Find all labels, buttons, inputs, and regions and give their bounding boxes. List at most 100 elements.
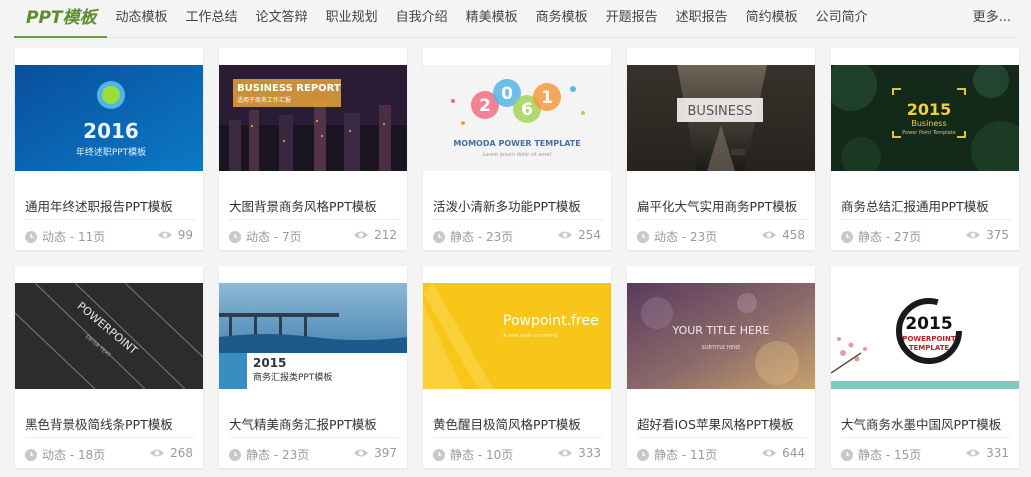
eye-icon [558, 231, 573, 239]
template-card[interactable]: BUSINESS REPORT 适用于商务工作汇报 大图背景商务风格PPT模板 … [219, 48, 407, 250]
template-thumbnail[interactable]: 2015 Business Power Point Template [831, 65, 1019, 171]
svg-text:MOMODA POWER TEMPLATE: MOMODA POWER TEMPLATE [453, 139, 580, 148]
svg-text:1: 1 [541, 88, 553, 108]
view-count-text: 331 [986, 446, 1009, 460]
eye-icon [966, 231, 981, 239]
view-count: 212 [353, 228, 397, 242]
template-thumbnail[interactable]: BUSINESS [627, 65, 815, 171]
template-meta: 静态 - 15页 [841, 446, 921, 463]
svg-text:Powpoint.free: Powpoint.free [503, 313, 599, 329]
svg-text:适用于商务工作汇报: 适用于商务工作汇报 [237, 96, 291, 104]
template-title[interactable]: 大气商务水墨中国风PPT模板 [841, 414, 1011, 433]
view-count: 397 [353, 446, 397, 460]
nav-item-business[interactable]: 商务模板 [527, 0, 597, 37]
nav-brand-tab[interactable]: PPT模板 [14, 0, 107, 38]
template-meta: 静态 - 10页 [433, 446, 513, 463]
clock-icon [637, 448, 649, 461]
template-title[interactable]: 通用年终述职报告PPT模板 [25, 196, 195, 215]
eye-icon [558, 449, 573, 457]
clock-icon [433, 230, 445, 243]
view-count: 458 [761, 228, 805, 242]
svg-text:2015: 2015 [907, 100, 952, 119]
template-thumbnail[interactable]: POWERPOINT ENTER TEXT [15, 283, 203, 389]
nav-item-thesis-defense[interactable]: 论文答辩 [247, 0, 317, 37]
template-meta: 动态 - 11页 [25, 228, 105, 245]
svg-text:2015: 2015 [905, 314, 952, 334]
card-divider [229, 437, 399, 438]
svg-text:BUSINESS: BUSINESS [688, 104, 753, 119]
view-count-text: 375 [986, 228, 1009, 242]
nav-item-company-profile[interactable]: 公司简介 [807, 0, 877, 37]
nav-item-exquisite[interactable]: 精美模板 [457, 0, 527, 37]
template-card[interactable]: 2 0 6 1 MOMODA POWER TEMPLATE Lorem ipsu… [423, 48, 611, 250]
template-thumbnail[interactable]: Powpoint.free A new style is coming [423, 283, 611, 389]
view-count-text: 333 [578, 446, 601, 460]
template-meta: 静态 - 27页 [841, 228, 921, 245]
svg-text:YOUR TITLE HERE: YOUR TITLE HERE [671, 324, 769, 337]
template-thumbnail[interactable]: BUSINESS REPORT 适用于商务工作汇报 [219, 65, 407, 171]
svg-text:BUSINESS REPORT: BUSINESS REPORT [237, 83, 341, 94]
template-thumbnail[interactable]: 2016 年终述职PPT模板 [15, 65, 203, 171]
view-count: 268 [149, 446, 193, 460]
template-meta: 动态 - 23页 [637, 228, 717, 245]
template-thumbnail[interactable]: 2 0 6 1 MOMODA POWER TEMPLATE Lorem ipsu… [423, 65, 611, 171]
view-count: 99 [157, 228, 193, 242]
template-title[interactable]: 大图背景商务风格PPT模板 [229, 196, 399, 215]
eye-icon [354, 231, 369, 239]
template-card[interactable]: Powpoint.free A new style is coming 黄色醒目… [423, 266, 611, 468]
eye-icon [150, 449, 165, 457]
eye-icon [762, 449, 777, 457]
template-title[interactable]: 黄色醒目极简风格PPT模板 [433, 414, 603, 433]
template-card[interactable]: 2016 年终述职PPT模板 通用年终述职报告PPT模板 动态 - 11页 99 [15, 48, 203, 250]
nav-item-dynamic[interactable]: 动态模板 [107, 0, 177, 37]
template-meta-text: 动态 - 23页 [654, 230, 718, 244]
card-divider [433, 437, 603, 438]
view-count: 375 [965, 228, 1009, 242]
nav-more-link[interactable]: 更多... [973, 0, 1017, 37]
view-count-text: 212 [374, 228, 397, 242]
card-divider [637, 219, 807, 220]
template-card[interactable]: BUSINESS 扁平化大气实用商务PPT模板 动态 - 23页 458 [627, 48, 815, 250]
template-thumbnail[interactable]: 2015 POWERPOINT TEMPLATE [831, 283, 1019, 389]
card-divider [841, 219, 1011, 220]
template-thumbnail[interactable]: 2015 商务汇报类PPT模板 [219, 283, 407, 389]
template-thumbnail[interactable]: YOUR TITLE HERE SUBTITLE HERE [627, 283, 815, 389]
template-title[interactable]: 扁平化大气实用商务PPT模板 [637, 196, 807, 215]
svg-text:2016: 2016 [83, 119, 139, 143]
clock-icon [433, 448, 445, 461]
template-meta-text: 静态 - 11页 [654, 448, 718, 462]
view-count: 254 [557, 228, 601, 242]
template-meta-text: 静态 - 10页 [450, 448, 514, 462]
template-card[interactable]: POWERPOINT ENTER TEXT 黑色背景极简线条PPT模板 动态 -… [15, 266, 203, 468]
template-title[interactable]: 活泼小清新多功能PPT模板 [433, 196, 603, 215]
svg-text:POWERPOINT: POWERPOINT [902, 335, 956, 343]
template-card[interactable]: 2015 Business Power Point Template 商务总结汇… [831, 48, 1019, 250]
template-title[interactable]: 商务总结汇报通用PPT模板 [841, 196, 1011, 215]
nav-item-proposal-report[interactable]: 开题报告 [597, 0, 667, 37]
template-meta: 静态 - 11页 [637, 446, 717, 463]
template-meta: 动态 - 7页 [229, 228, 302, 245]
card-divider [637, 437, 807, 438]
view-count: 333 [557, 446, 601, 460]
template-meta-text: 动态 - 18页 [42, 448, 106, 462]
nav-item-duty-report[interactable]: 述职报告 [667, 0, 737, 37]
svg-text:Power Point Template: Power Point Template [902, 130, 956, 136]
nav-item-minimal[interactable]: 简约模板 [737, 0, 807, 37]
clock-icon [841, 230, 853, 243]
eye-icon [966, 449, 981, 457]
clock-icon [25, 230, 37, 243]
template-title[interactable]: 大气精美商务汇报PPT模板 [229, 414, 399, 433]
template-meta-text: 静态 - 15页 [858, 448, 922, 462]
top-nav: PPT模板 动态模板 工作总结 论文答辩 职业规划 自我介绍 精美模板 商务模板… [14, 0, 1017, 38]
template-title[interactable]: 超好看IOS苹果风格PPT模板 [637, 414, 807, 433]
template-title[interactable]: 黑色背景极简线条PPT模板 [25, 414, 195, 433]
svg-text:SUBTITLE HERE: SUBTITLE HERE [702, 345, 741, 351]
svg-text:Lorem ipsum dolor sit amet: Lorem ipsum dolor sit amet [483, 152, 552, 158]
template-card[interactable]: 2015 商务汇报类PPT模板 大气精美商务汇报PPT模板 静态 - 23页 3… [219, 266, 407, 468]
nav-item-self-intro[interactable]: 自我介绍 [387, 0, 457, 37]
clock-icon [229, 230, 241, 243]
template-card[interactable]: 2015 POWERPOINT TEMPLATE 大气商务水墨中国风PPT模板 … [831, 266, 1019, 468]
nav-item-work-summary[interactable]: 工作总结 [177, 0, 247, 37]
nav-item-career-planning[interactable]: 职业规划 [317, 0, 387, 37]
template-card[interactable]: YOUR TITLE HERE SUBTITLE HERE 超好看IOS苹果风格… [627, 266, 815, 468]
